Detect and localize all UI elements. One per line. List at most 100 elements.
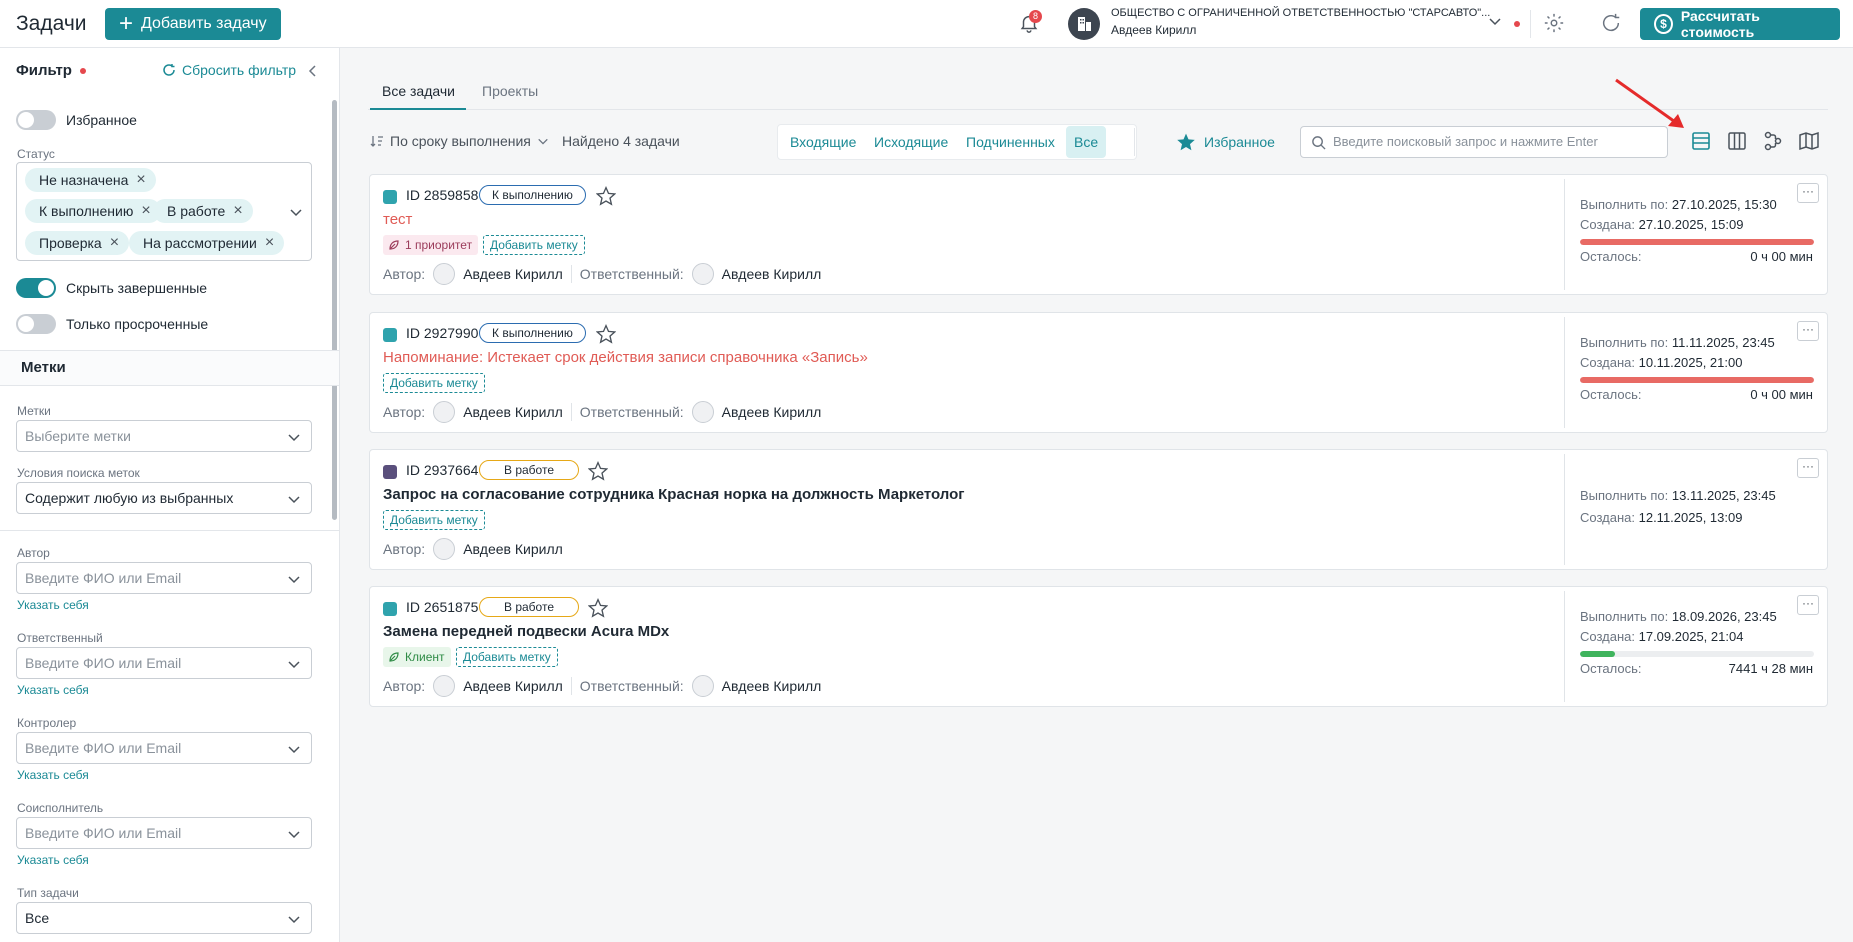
- add-tag-button[interactable]: Добавить метку: [456, 647, 558, 667]
- add-tag-button[interactable]: Добавить метку: [383, 373, 485, 393]
- author-select[interactable]: Введите ФИО или Email: [16, 562, 312, 594]
- divider: [570, 677, 572, 695]
- board-view-icon[interactable]: [1726, 130, 1748, 152]
- notification-badge: 8: [1029, 10, 1042, 23]
- add-tag-button[interactable]: Добавить метку: [483, 235, 585, 255]
- task-tag[interactable]: 1 приоритет: [383, 235, 479, 255]
- workflow-view-icon[interactable]: [1762, 130, 1784, 152]
- close-icon[interactable]: ×: [265, 235, 274, 251]
- tags-select[interactable]: Выберите метки: [16, 420, 312, 452]
- task-card[interactable]: ID 2927990 К выполнению Напоминание: Ист…: [369, 312, 1828, 433]
- more-options-button[interactable]: ···: [1797, 183, 1819, 203]
- status-badge[interactable]: В работе: [479, 460, 579, 480]
- status-chip[interactable]: На рассмотрении ×: [129, 231, 285, 255]
- avatar: [433, 401, 456, 423]
- chevron-down-icon[interactable]: [1488, 14, 1502, 28]
- favorites-toggle[interactable]: [16, 110, 56, 130]
- more-options-button[interactable]: ···: [1797, 458, 1819, 478]
- hide-completed-toggle[interactable]: [16, 278, 56, 298]
- close-icon[interactable]: ×: [136, 172, 145, 188]
- created-label: Создана:: [1580, 629, 1635, 644]
- task-card[interactable]: ID 2937664 В работе Запрос на согласован…: [369, 449, 1828, 570]
- due-date: Выполнить по: 11.11.2025, 23:45: [1580, 335, 1775, 350]
- created-label: Создана:: [1580, 355, 1635, 370]
- task-people: Автор: Авдеев Кирилл Ответственный: Авде…: [383, 675, 821, 697]
- close-icon[interactable]: ×: [233, 203, 242, 219]
- responsible-name[interactable]: Авдеев Кирилл: [722, 404, 822, 420]
- more-options-button[interactable]: ···: [1797, 321, 1819, 341]
- add-tag-button[interactable]: Добавить метку: [383, 510, 485, 530]
- task-title[interactable]: тест: [383, 211, 412, 228]
- organization-avatar[interactable]: [1068, 8, 1100, 40]
- status-chip[interactable]: К выполнению ×: [25, 199, 161, 223]
- add-task-button[interactable]: + Добавить задачу: [105, 8, 281, 40]
- responsible-name[interactable]: Авдеев Кирилл: [722, 266, 822, 282]
- list-view-icon[interactable]: [1690, 130, 1712, 152]
- time-progress-bar: [1580, 651, 1814, 657]
- star-icon[interactable]: [588, 598, 608, 618]
- task-title[interactable]: Замена передней подвески Acura MDx: [383, 623, 669, 640]
- reset-filter-link[interactable]: Сбросить фильтр: [162, 62, 296, 78]
- coexecutor-select[interactable]: Введите ФИО или Email: [16, 817, 312, 849]
- status-chip[interactable]: Не назначена ×: [25, 168, 156, 192]
- refresh-icon[interactable]: [1600, 12, 1622, 34]
- only-overdue-toggle[interactable]: [16, 314, 56, 334]
- author-set-self-link[interactable]: Указать себя: [17, 598, 89, 612]
- due-date: Выполнить по: 13.11.2025, 23:45: [1580, 488, 1776, 503]
- close-icon[interactable]: ×: [110, 235, 119, 251]
- task-title[interactable]: Запрос на согласование сотрудника Красна…: [383, 486, 965, 503]
- close-icon[interactable]: ×: [141, 203, 150, 219]
- more-options-button[interactable]: ···: [1797, 595, 1819, 615]
- chevron-down-icon: [288, 576, 300, 584]
- sort-icon: [370, 136, 383, 147]
- organization-name[interactable]: ОБЩЕСТВО С ОГРАНИЧЕННОЙ ОТВЕТСТВЕННОСТЬЮ…: [1111, 7, 1490, 19]
- tab-projects[interactable]: Проекты: [482, 83, 538, 99]
- status-multiselect[interactable]: Не назначена × К выполнению × В работе × Пр…: [16, 162, 312, 261]
- task-type-select[interactable]: Все: [16, 902, 312, 934]
- star-icon[interactable]: [596, 324, 616, 344]
- task-card[interactable]: ID 2859858 К выполнению тест 1 приоритет…: [369, 174, 1828, 295]
- chevron-left-icon[interactable]: [306, 64, 320, 78]
- status-badge[interactable]: В работе: [479, 597, 579, 617]
- status-chip-label: Проверка: [39, 235, 102, 251]
- tag-search-select[interactable]: Содержит любую из выбранных: [16, 482, 312, 514]
- task-title[interactable]: Напоминание: Истекает срок действия запи…: [383, 349, 868, 366]
- coexecutor-set-self-link[interactable]: Указать себя: [17, 853, 89, 867]
- chevron-down-icon: [538, 138, 548, 145]
- status-chip[interactable]: Проверка ×: [25, 231, 130, 255]
- scope-all[interactable]: Все: [1066, 126, 1107, 158]
- scope-incoming[interactable]: Входящие: [790, 134, 856, 150]
- author-name[interactable]: Авдеев Кирилл: [463, 541, 563, 557]
- chevron-down-icon[interactable]: [289, 205, 303, 219]
- controller-select[interactable]: Введите ФИО или Email: [16, 732, 312, 764]
- task-tag[interactable]: Клиент: [383, 647, 451, 667]
- map-view-icon[interactable]: [1798, 130, 1820, 152]
- scope-subordinates[interactable]: Подчиненных: [966, 134, 1055, 150]
- status-badge[interactable]: К выполнению: [479, 185, 586, 205]
- dollar-icon: $: [1654, 14, 1673, 34]
- author-name[interactable]: Авдеев Кирилл: [463, 404, 563, 420]
- author-name[interactable]: Авдеев Кирилл: [463, 266, 563, 282]
- status-badge[interactable]: К выполнению: [479, 323, 586, 343]
- sidebar-scrollbar[interactable]: [332, 100, 337, 520]
- filter-title: Фильтр: [16, 62, 72, 79]
- gear-icon[interactable]: [1543, 12, 1565, 34]
- filter-active-dot: [80, 68, 86, 74]
- responsible-set-self-link[interactable]: Указать себя: [17, 683, 89, 697]
- sort-select[interactable]: По сроку выполнения: [370, 133, 549, 149]
- controller-set-self-link[interactable]: Указать себя: [17, 768, 89, 782]
- status-chip[interactable]: В работе ×: [153, 199, 253, 223]
- star-icon[interactable]: [588, 461, 608, 481]
- star-icon[interactable]: [596, 186, 616, 206]
- due-value: 18.09.2026, 23:45: [1671, 609, 1777, 624]
- calculate-cost-button[interactable]: $ Рассчитать стоимость: [1640, 8, 1840, 40]
- task-type-icon: [383, 328, 397, 342]
- responsible-select[interactable]: Введите ФИО или Email: [16, 647, 312, 679]
- responsible-name[interactable]: Авдеев Кирилл: [722, 678, 822, 694]
- author-name[interactable]: Авдеев Кирилл: [463, 678, 563, 694]
- tab-all-tasks[interactable]: Все задачи: [382, 83, 455, 99]
- task-card[interactable]: ID 2651875 В работе Замена передней подв…: [369, 586, 1828, 707]
- coexecutor-label: Соисполнитель: [17, 801, 104, 815]
- favorites-filter-button[interactable]: Избранное: [1176, 132, 1275, 152]
- scope-outgoing[interactable]: Исходящие: [874, 134, 948, 150]
